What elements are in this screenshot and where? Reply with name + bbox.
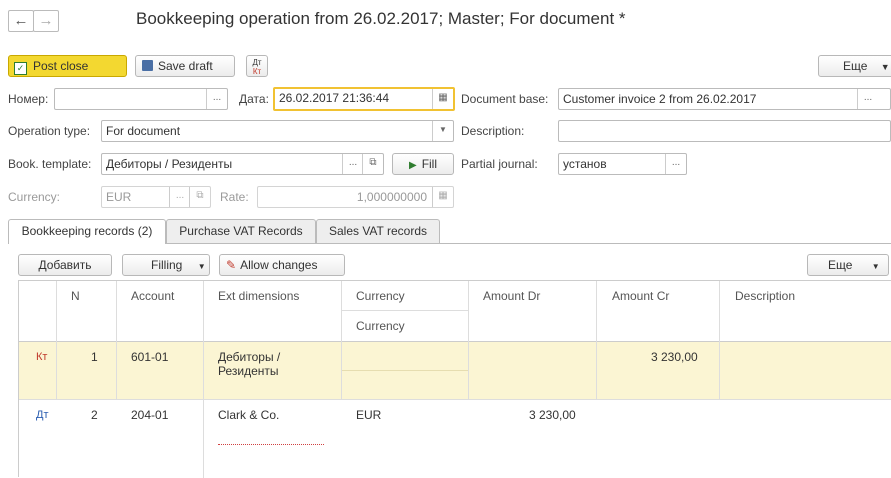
forward-button[interactable]: →	[33, 10, 59, 32]
play-icon: ▶	[408, 160, 417, 171]
row-n: 2	[91, 408, 98, 422]
more-button[interactable]: Еще ▼	[818, 55, 891, 77]
row-amount-cr: 3 230,00	[651, 350, 698, 364]
doc-base-field[interactable]: Customer invoice 2 from 26.02.2017 ...	[558, 88, 891, 110]
rate-label: Rate:	[220, 190, 249, 204]
post-close-label: Post close	[33, 59, 89, 73]
chevron-down-icon: ▼	[880, 62, 890, 72]
row-account: 601-01	[131, 350, 169, 364]
ellipsis-icon[interactable]: ...	[857, 89, 878, 109]
dt-kt-button[interactable]: Дт Кт	[246, 55, 268, 77]
chevron-down-icon[interactable]: ▼	[432, 121, 453, 141]
row-ext-dimension-1: Дебиторы /	[218, 350, 281, 364]
ellipsis-icon[interactable]: ...	[665, 154, 686, 174]
debit-marker: Дт	[36, 409, 49, 421]
add-button[interactable]: Добавить	[18, 254, 112, 276]
open-icon[interactable]: ⧉	[189, 187, 210, 207]
column-header-n[interactable]: N	[71, 289, 80, 303]
tab-purchase-vat-records[interactable]: Purchase VAT Records	[166, 219, 316, 243]
currency-field[interactable]: EUR ... ⧉	[101, 186, 211, 208]
row-account: 204-01	[131, 408, 169, 422]
currency-sub-divider	[341, 370, 468, 371]
fill-label: Fill	[421, 157, 438, 171]
allow-changes-button[interactable]: ✎ Allow changes	[219, 254, 345, 276]
column-divider	[56, 281, 57, 399]
records-grid: N Account Ext dimensions Currency Curren…	[18, 280, 891, 478]
filling-button[interactable]: Filling ▼	[122, 254, 210, 276]
row-currency: EUR	[356, 408, 382, 422]
partial-journal-label: Partial journal:	[461, 157, 538, 171]
row-ext-dimension-2: Резиденты	[218, 364, 279, 378]
post-close-button[interactable]: ✓ Post close	[8, 55, 127, 77]
tab-sales-vat-records[interactable]: Sales VAT records	[316, 219, 440, 243]
operation-type-select[interactable]: For document ▼	[101, 120, 454, 142]
number-label: Номер:	[8, 92, 49, 106]
column-divider	[468, 281, 469, 399]
empty-required-marker	[218, 444, 324, 445]
header-sub-divider	[341, 310, 468, 311]
date-label: Дата:	[239, 92, 269, 106]
ellipsis-icon[interactable]: ...	[169, 187, 190, 207]
credit-marker: Кт	[36, 351, 48, 363]
column-divider	[203, 281, 204, 478]
column-header-amount-cr[interactable]: Amount Cr	[612, 289, 669, 303]
column-header-description[interactable]: Description	[735, 289, 795, 303]
back-button[interactable]: ←	[8, 10, 34, 32]
save-draft-button[interactable]: Save draft	[135, 55, 235, 77]
chevron-down-icon: ▼	[871, 262, 880, 271]
table-row[interactable]: Кт 1 601-01 Дебиторы / Резиденты 3 230,0…	[19, 342, 891, 399]
grid-more-button[interactable]: Еще ▼	[807, 254, 889, 276]
ellipsis-icon[interactable]: ...	[342, 154, 363, 174]
date-field[interactable]: 26.02.2017 21:36:44 ▦	[273, 87, 455, 111]
book-template-label: Book. template:	[8, 157, 92, 171]
calendar-icon[interactable]: ▦	[432, 89, 453, 109]
window-title: Bookkeeping operation from 26.02.2017; M…	[136, 9, 626, 28]
back-arrow-icon: ←	[13, 12, 29, 29]
row-ext-dimension-1: Clark & Co.	[218, 408, 280, 422]
dt-kt-icon: Дт Кт	[252, 58, 262, 76]
column-header-amount-dr[interactable]: Amount Dr	[483, 289, 540, 303]
description-label: Description:	[461, 124, 525, 138]
rate-field[interactable]: 1,000000000 ▦	[257, 186, 454, 208]
tab-bookkeeping-records[interactable]: Bookkeeping records (2)	[8, 219, 166, 244]
row-amount-dr: 3 230,00	[529, 408, 576, 422]
chevron-down-icon: ▼	[197, 262, 206, 271]
table-row[interactable]: Дт 2 204-01 Clark & Co. EUR 3 230,00	[19, 400, 891, 478]
column-header-currency-sub[interactable]: Currency	[356, 319, 405, 333]
more-label: Еще	[843, 59, 868, 73]
column-header-currency[interactable]: Currency	[356, 289, 405, 303]
column-header-ext-dimensions[interactable]: Ext dimensions	[218, 289, 299, 303]
floppy-icon	[142, 60, 153, 71]
doc-base-label: Document base:	[461, 92, 549, 106]
book-template-field[interactable]: Дебиторы / Резиденты ... ⧉	[101, 153, 384, 175]
edit-pencil-icon: ✎	[226, 258, 237, 272]
post-icon: ✓	[14, 62, 27, 75]
calculator-icon[interactable]: ▦	[432, 187, 453, 207]
column-divider	[116, 281, 117, 399]
save-draft-label: Save draft	[158, 59, 213, 73]
ellipsis-icon[interactable]: ...	[206, 89, 227, 109]
operation-type-label: Operation type:	[8, 124, 91, 138]
column-divider	[341, 281, 342, 399]
fill-button[interactable]: ▶ Fill	[392, 153, 454, 175]
number-field[interactable]: ...	[54, 88, 228, 110]
open-icon[interactable]: ⧉	[362, 154, 383, 174]
column-divider	[719, 281, 720, 399]
description-field[interactable]	[558, 120, 891, 142]
forward-arrow-icon: →	[38, 12, 54, 29]
partial-journal-field[interactable]: установ ...	[558, 153, 687, 175]
row-n: 1	[91, 350, 98, 364]
column-divider	[596, 281, 597, 399]
column-header-account[interactable]: Account	[131, 289, 174, 303]
currency-label: Currency:	[8, 190, 61, 204]
